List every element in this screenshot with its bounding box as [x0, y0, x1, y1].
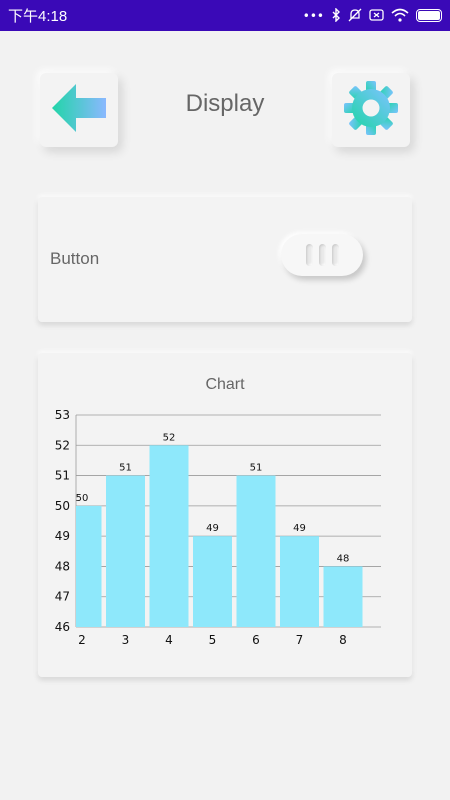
- x-tick-label: 6: [252, 633, 260, 647]
- page-title: Display: [185, 90, 265, 117]
- status-icons: •••: [302, 6, 442, 24]
- status-time: 下午4:18: [8, 8, 68, 25]
- chart-bar: [323, 566, 363, 627]
- bar-value-label: 50: [76, 493, 89, 504]
- x-tick-label: 2: [78, 633, 86, 647]
- chart-bar: [149, 445, 189, 627]
- bar-value-label: 48: [337, 553, 350, 564]
- x-tick-label: 3: [122, 633, 130, 647]
- y-tick-label: 51: [55, 469, 70, 483]
- y-tick-label: 46: [55, 620, 70, 634]
- toggle-label: Button: [50, 249, 100, 268]
- bar-chart: 46 47 48 49 50 51 52 53 50 2 51 3 52 4 49 5 51 6 49 7 48 8: [55, 408, 381, 647]
- bar-value-label: 49: [293, 523, 306, 534]
- chart-bar: [106, 475, 145, 627]
- chart-card: Chart 46 47 48 49 50 51 52 53 50 2 51 3 52 4 49 5 51 6 49 7…: [38, 353, 412, 677]
- chart-bar: [280, 536, 319, 627]
- x-tick-label: 4: [165, 633, 173, 647]
- y-tick-label: 52: [55, 438, 70, 452]
- back-arrow-icon: [50, 82, 108, 138]
- y-tick-label: 50: [55, 499, 70, 513]
- wifi-icon: [391, 8, 409, 24]
- bar-value-label: 51: [119, 463, 132, 474]
- toggle-grip: [305, 244, 313, 266]
- settings-button[interactable]: [332, 73, 410, 147]
- toggle-card: Button: [38, 197, 412, 322]
- gear-icon: [343, 80, 399, 140]
- sim-icon: [369, 8, 384, 23]
- x-tick-label: 5: [209, 633, 217, 647]
- bar-value-label: 49: [206, 523, 219, 534]
- toggle-grip: [318, 244, 326, 266]
- status-bar: 下午4:18 •••: [0, 0, 450, 31]
- y-tick-label: 48: [55, 559, 70, 573]
- y-tick-label: 53: [55, 408, 70, 422]
- y-tick-label: 49: [55, 529, 70, 543]
- battery-icon: [416, 9, 442, 22]
- status-dots: •••: [302, 8, 324, 23]
- bar-value-label: 51: [250, 463, 263, 474]
- toggle-switch[interactable]: [281, 234, 363, 276]
- bluetooth-icon: [331, 6, 341, 24]
- chart-bar: [76, 505, 102, 627]
- back-button[interactable]: [40, 73, 118, 147]
- y-tick-label: 47: [55, 590, 70, 604]
- bar-value-label: 52: [163, 432, 176, 443]
- x-tick-label: 8: [339, 633, 347, 647]
- chart-bar: [193, 536, 232, 627]
- x-tick-label: 7: [296, 633, 304, 647]
- chart-bar: [236, 475, 276, 627]
- mute-icon: [348, 8, 362, 24]
- toggle-grip: [331, 244, 339, 266]
